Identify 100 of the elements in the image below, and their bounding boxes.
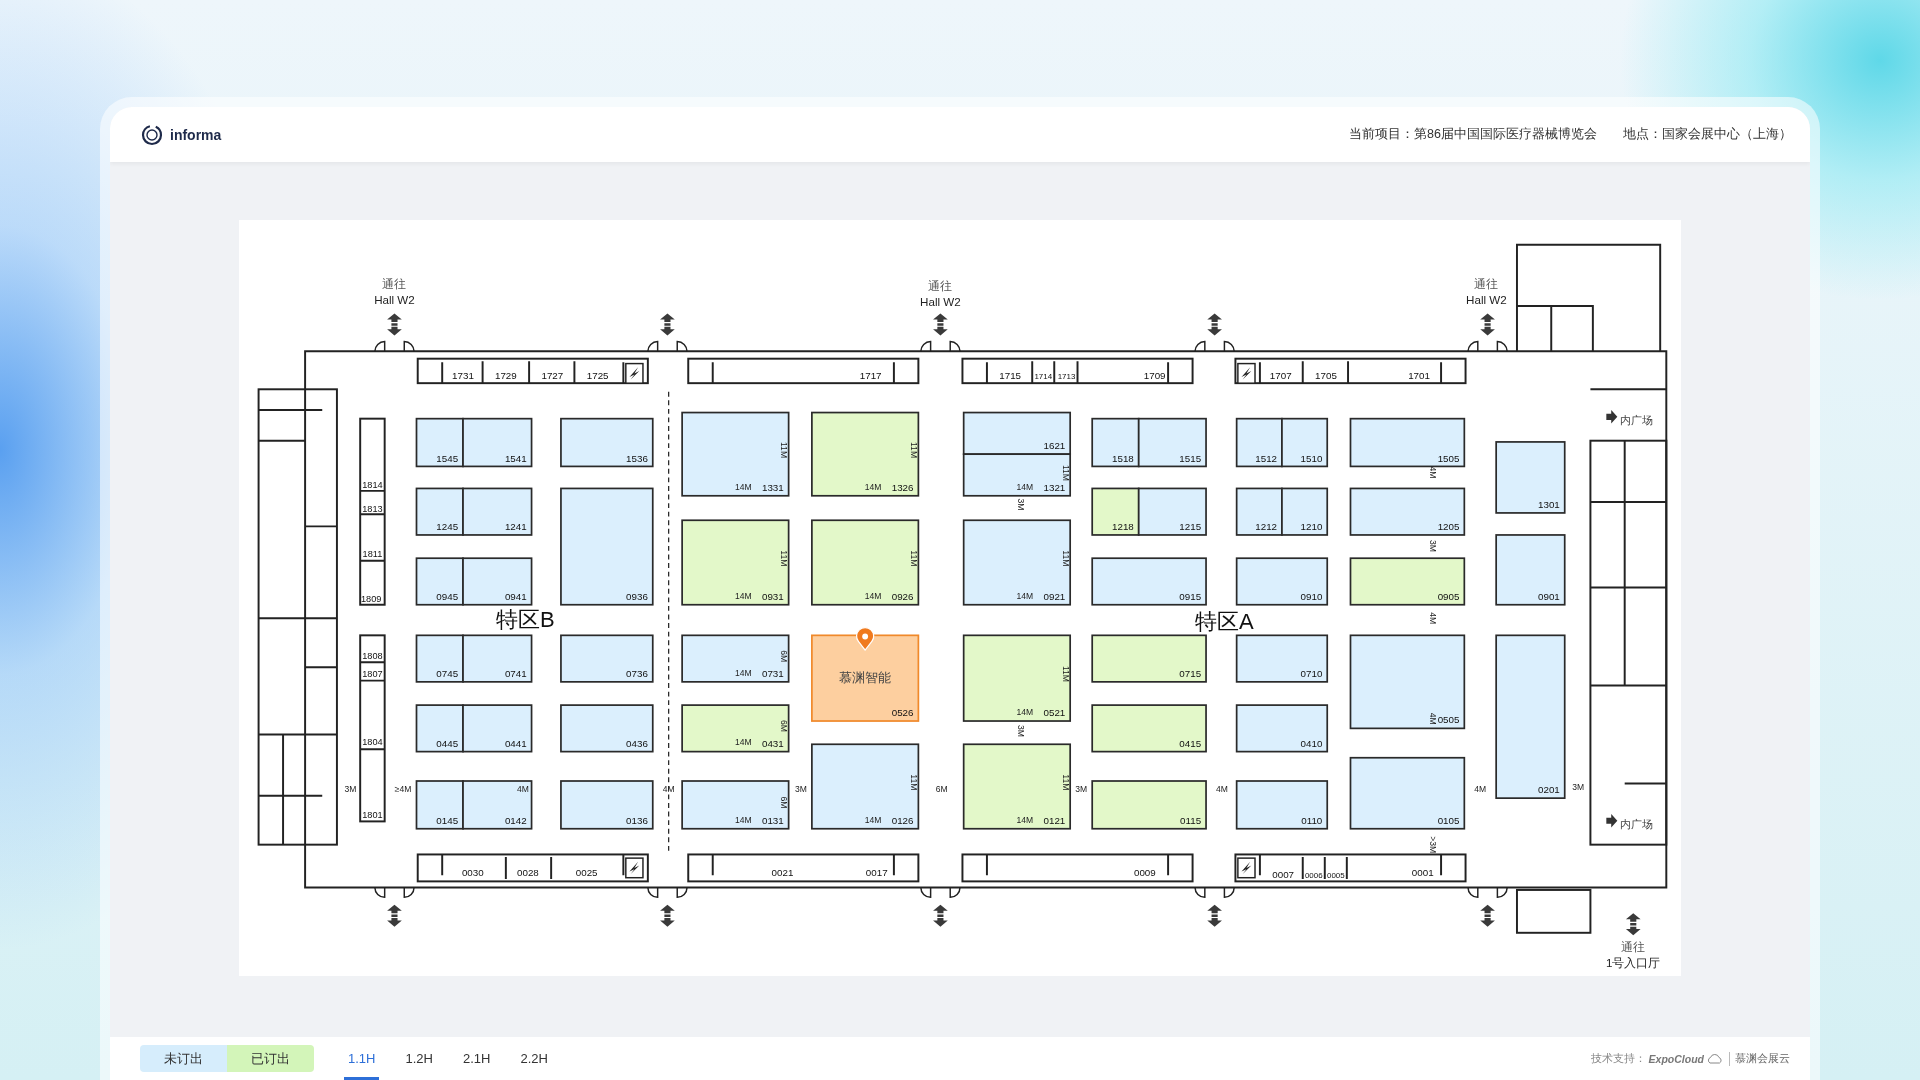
booth[interactable] bbox=[560, 417, 654, 468]
booth-number: 1714 bbox=[1034, 372, 1053, 382]
booth-number: 1621 bbox=[1043, 440, 1066, 452]
booth[interactable] bbox=[415, 780, 464, 830]
booth[interactable] bbox=[1091, 634, 1207, 683]
booth[interactable] bbox=[1235, 557, 1329, 606]
double-arrow-icon bbox=[1625, 913, 1641, 936]
legend-item: 已订出 bbox=[227, 1045, 314, 1072]
booth[interactable] bbox=[1349, 634, 1466, 730]
booth-width: 14M bbox=[735, 667, 752, 678]
booth-depth: 11M bbox=[909, 774, 920, 791]
booth[interactable] bbox=[1235, 704, 1329, 753]
booth-number: 0710 bbox=[1300, 667, 1323, 679]
booth[interactable] bbox=[1091, 417, 1140, 468]
booth[interactable] bbox=[681, 704, 790, 753]
support-label: 技术支持： bbox=[1590, 1051, 1646, 1066]
booth[interactable] bbox=[415, 557, 464, 606]
booth[interactable] bbox=[560, 704, 654, 753]
booth[interactable] bbox=[1349, 756, 1466, 830]
booth[interactable] bbox=[560, 487, 654, 606]
booth-width: 14M bbox=[1016, 706, 1034, 717]
booth[interactable] bbox=[1495, 634, 1566, 799]
booth[interactable] bbox=[1091, 704, 1207, 753]
booth[interactable] bbox=[415, 634, 464, 683]
booth[interactable] bbox=[1349, 557, 1466, 606]
booth[interactable] bbox=[462, 704, 533, 753]
booth-number: 0030 bbox=[461, 867, 484, 879]
hall-tab[interactable]: 2.2H bbox=[516, 1037, 552, 1080]
booth-width: 14M bbox=[1016, 590, 1034, 601]
direction-label: 通往 bbox=[928, 279, 953, 294]
booth[interactable] bbox=[1137, 417, 1207, 468]
booth[interactable] bbox=[962, 411, 1072, 456]
booth[interactable] bbox=[1349, 487, 1466, 536]
double-arrow-icon bbox=[1207, 904, 1222, 927]
booth-number: 1515 bbox=[1179, 452, 1202, 464]
booth-number: 0110 bbox=[1301, 814, 1323, 826]
booth[interactable] bbox=[462, 557, 533, 606]
booth-number: 0028 bbox=[517, 867, 539, 879]
booth[interactable] bbox=[560, 634, 654, 683]
booth[interactable] bbox=[962, 519, 1072, 606]
double-arrow-icon bbox=[660, 313, 675, 336]
booth[interactable] bbox=[1091, 487, 1140, 536]
booth[interactable] bbox=[681, 634, 790, 683]
booth-number: 1709 bbox=[1143, 370, 1166, 382]
booth-number: 1807 bbox=[362, 668, 383, 679]
booth[interactable] bbox=[1495, 441, 1566, 514]
booth[interactable] bbox=[462, 487, 533, 536]
booth-number: 0505 bbox=[1437, 714, 1460, 726]
booth[interactable] bbox=[415, 704, 464, 753]
booth[interactable] bbox=[1235, 780, 1329, 830]
booth[interactable] bbox=[1281, 417, 1329, 468]
booth[interactable] bbox=[962, 634, 1072, 722]
hall-tab[interactable]: 2.1H bbox=[458, 1037, 495, 1080]
booth-number: 0741 bbox=[504, 667, 527, 679]
lightning-icon bbox=[625, 362, 644, 384]
booth[interactable] bbox=[811, 411, 920, 497]
booth[interactable] bbox=[681, 780, 790, 830]
double-arrow-icon bbox=[660, 904, 675, 927]
booth-number: 0001 bbox=[1411, 867, 1434, 879]
booth-number: 0910 bbox=[1300, 590, 1323, 602]
booth[interactable] bbox=[1091, 780, 1207, 830]
booth[interactable] bbox=[962, 743, 1072, 830]
booth[interactable] bbox=[681, 519, 790, 606]
booth[interactable] bbox=[462, 780, 533, 830]
booth-number: 1241 bbox=[504, 521, 527, 533]
booth-depth: 11M bbox=[779, 442, 790, 458]
booth[interactable] bbox=[1235, 487, 1283, 536]
aisle-width: 4M bbox=[517, 784, 529, 794]
booth-number: 0915 bbox=[1179, 590, 1202, 602]
booth[interactable] bbox=[1091, 557, 1207, 606]
booth-number: 0905 bbox=[1437, 590, 1460, 602]
booth[interactable] bbox=[811, 519, 920, 606]
hall-tab[interactable]: 1.2H bbox=[401, 1037, 437, 1080]
booth[interactable] bbox=[1495, 534, 1566, 606]
booth[interactable] bbox=[962, 453, 1072, 497]
booth[interactable] bbox=[1235, 634, 1329, 683]
booth-width: 14M bbox=[735, 814, 752, 825]
booth[interactable] bbox=[415, 487, 464, 536]
location-pin-icon bbox=[855, 627, 875, 651]
booth[interactable] bbox=[1349, 417, 1466, 468]
venue-name: 地点：国家会展中心（上海） bbox=[1623, 126, 1792, 143]
booth-number: 0007 bbox=[1272, 868, 1295, 880]
double-arrow-icon bbox=[933, 313, 948, 336]
booth[interactable] bbox=[811, 743, 920, 830]
plaza-label: 内广场 bbox=[1619, 817, 1653, 830]
booth[interactable] bbox=[415, 417, 464, 468]
booth[interactable] bbox=[462, 634, 533, 683]
booth[interactable] bbox=[1235, 417, 1283, 468]
booth[interactable] bbox=[560, 780, 654, 830]
booth-number: 1301 bbox=[1538, 499, 1560, 511]
booth-number: 0436 bbox=[626, 737, 648, 749]
booth[interactable] bbox=[681, 411, 790, 497]
hall-tab[interactable]: 1.1H bbox=[344, 1037, 380, 1080]
booth[interactable] bbox=[1281, 487, 1329, 536]
booth[interactable] bbox=[1137, 487, 1207, 536]
booth-number: 1326 bbox=[891, 481, 914, 493]
booth-number: 1512 bbox=[1255, 452, 1278, 464]
booth-width: 14M bbox=[735, 590, 752, 601]
booth[interactable] bbox=[462, 417, 533, 468]
booth-number: 1518 bbox=[1112, 452, 1134, 464]
